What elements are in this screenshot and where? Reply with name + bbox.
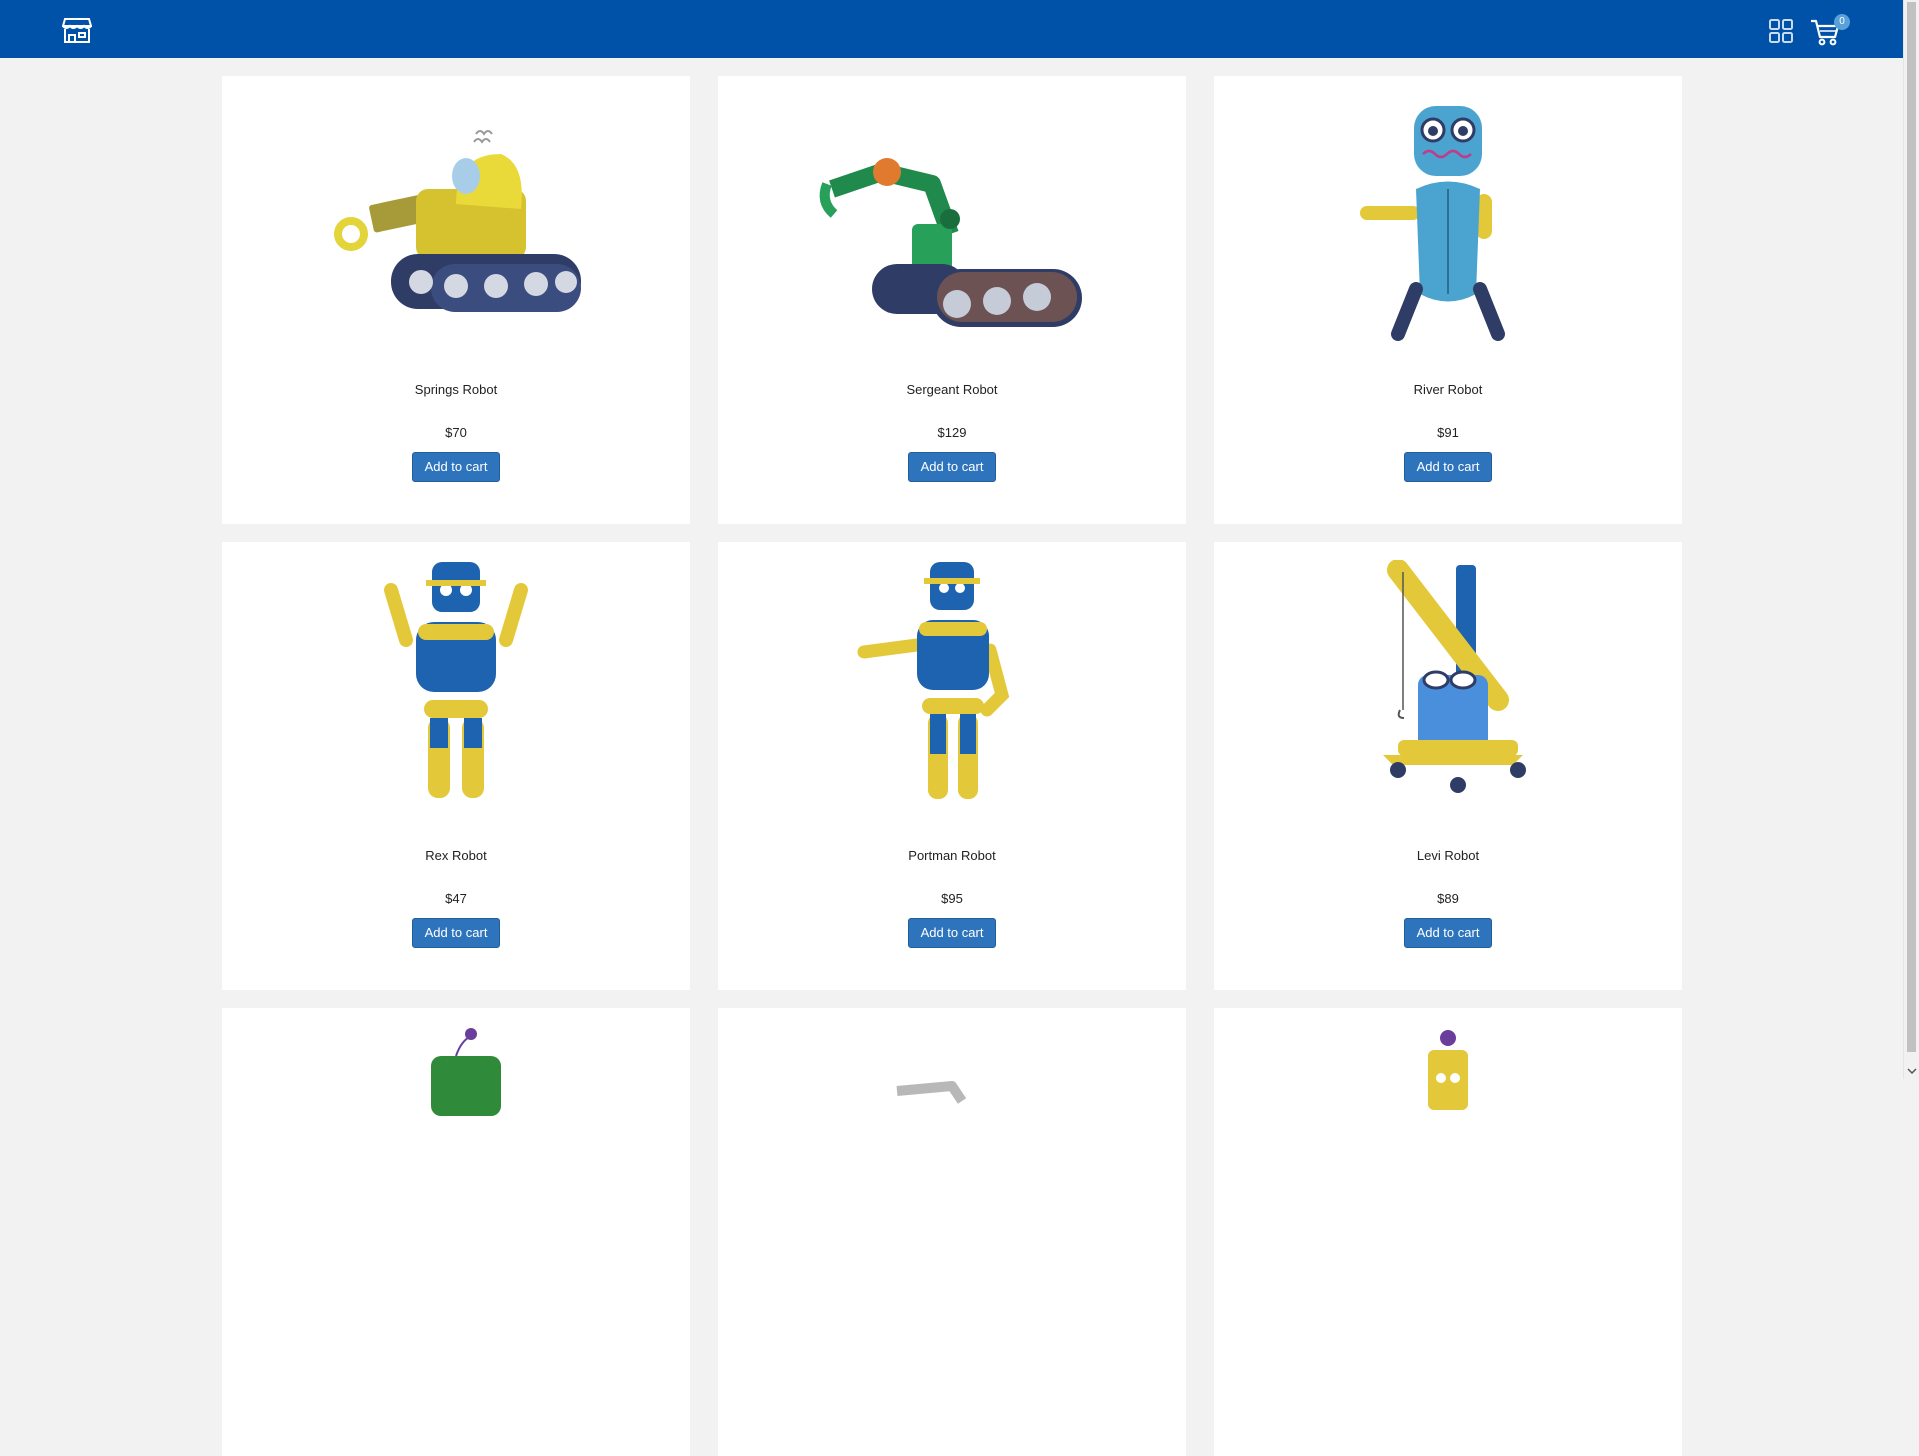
add-to-cart-button[interactable]: Add to cart [1404, 918, 1492, 948]
product-card: Springs Robot $70 Add to cart [222, 76, 690, 524]
product-name: Levi Robot [1416, 848, 1480, 863]
product-name: Rex Robot [425, 848, 487, 863]
product-image [896, 1081, 967, 1104]
product-name: Springs Robot [414, 382, 498, 397]
product-name: Sergeant Robot [906, 382, 998, 397]
cart-button[interactable]: 0 [1810, 14, 1850, 46]
product-image [1428, 1030, 1468, 1110]
product-card: River Robot $91 Add to cart [1214, 76, 1682, 524]
grid-view-icon[interactable] [1768, 18, 1794, 44]
product-card: Portman Robot $95 Add to cart [718, 542, 1186, 990]
product-name: River Robot [1413, 382, 1483, 397]
product-name: Portman Robot [908, 848, 996, 863]
add-to-cart-button[interactable]: Add to cart [908, 452, 996, 482]
product-image [334, 130, 581, 312]
product-grid: Springs Robot $70 Add to cart Sergeant R… [222, 76, 1682, 1456]
product-image [1383, 560, 1526, 793]
product-image [431, 1028, 501, 1116]
product-image [384, 562, 528, 798]
product-price: $70 [445, 425, 467, 440]
add-to-cart-button[interactable]: Add to cart [412, 452, 500, 482]
product-card: Rex Robot $47 Add to cart [222, 542, 690, 990]
add-to-cart-button[interactable]: Add to cart [1404, 452, 1492, 482]
scrollbar-thumb[interactable] [1907, 2, 1916, 1052]
vertical-scrollbar[interactable] [1903, 0, 1919, 1079]
product-card [718, 1008, 1186, 1456]
add-to-cart-button[interactable]: Add to cart [908, 918, 996, 948]
product-image [819, 158, 1082, 327]
product-price: $95 [941, 891, 963, 906]
product-card [1214, 1008, 1682, 1456]
product-price: $91 [1437, 425, 1459, 440]
product-price: $47 [445, 891, 467, 906]
storefront-icon[interactable] [62, 17, 92, 44]
top-navbar: 0 [0, 0, 1903, 58]
product-image [1360, 106, 1505, 341]
product-card [222, 1008, 690, 1456]
cart-count-badge: 0 [1834, 14, 1850, 30]
product-image [857, 562, 1010, 799]
product-price: $129 [937, 425, 967, 440]
product-price: $89 [1437, 891, 1459, 906]
product-card: Sergeant Robot $129 Add to cart [718, 76, 1186, 524]
product-card: Levi Robot $89 Add to cart [1214, 542, 1682, 990]
chevron-down-icon[interactable] [1906, 1065, 1918, 1077]
add-to-cart-button[interactable]: Add to cart [412, 918, 500, 948]
